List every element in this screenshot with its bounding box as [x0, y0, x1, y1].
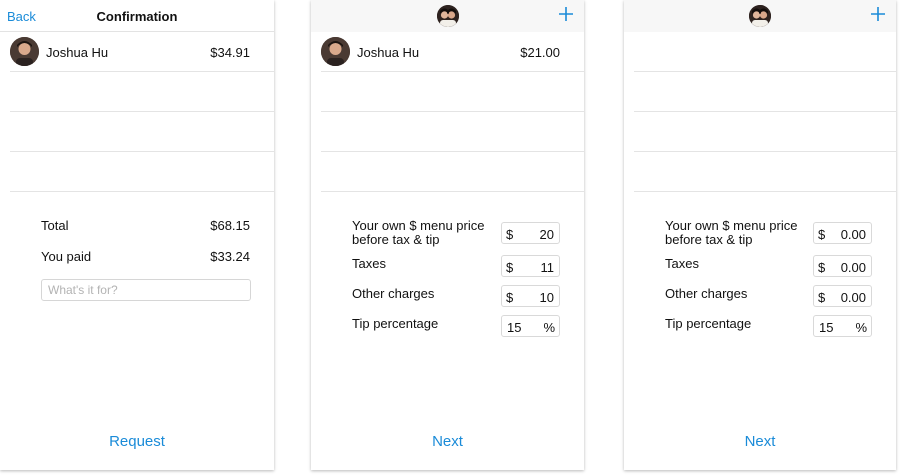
empty-row — [321, 72, 584, 112]
currency-prefix: $ — [506, 227, 514, 242]
taxes-label: Taxes — [665, 256, 699, 271]
other-charges-label: Other charges — [352, 286, 435, 301]
page-title: Confirmation — [96, 9, 178, 24]
other-charges-value: 0.00 — [840, 290, 866, 305]
menu-price-row: Your own $ menu price before tax & tip $… — [352, 218, 560, 255]
currency-prefix: $ — [818, 290, 826, 305]
taxes-label: Taxes — [352, 256, 386, 271]
participant-list: Joshua Hu $21.00 — [321, 32, 584, 192]
other-charges-field[interactable]: $ 10 — [501, 285, 560, 307]
tip-percentage-field[interactable]: 15 % — [813, 315, 872, 337]
currency-prefix: $ — [506, 290, 514, 305]
other-charges-field[interactable]: $ 0.00 — [813, 285, 872, 307]
total-label: Total — [41, 218, 69, 233]
purpose-input[interactable] — [41, 279, 251, 301]
menu-price-label: Your own $ menu price before tax & tip — [665, 218, 798, 247]
request-button[interactable]: Request — [0, 433, 274, 450]
participant-list: Joshua Hu $34.91 — [10, 32, 274, 192]
confirmation-screen: Back Confirmation Joshua Hu $34.91 Total… — [0, 0, 274, 470]
percent-suffix: % — [543, 320, 555, 335]
tip-percentage-label: Tip percentage — [352, 316, 439, 331]
menu-price-field[interactable]: $ 0.00 — [813, 222, 872, 244]
avatar — [321, 37, 350, 66]
plus-icon[interactable] — [558, 6, 574, 22]
total-value: $68.15 — [210, 218, 250, 233]
group-avatar[interactable] — [436, 5, 459, 27]
list-item[interactable]: Joshua Hu $21.00 — [321, 32, 584, 72]
nav-bar: Back Confirmation — [0, 0, 274, 32]
percent-suffix: % — [855, 320, 867, 335]
menu-price-value: 0.00 — [840, 227, 866, 242]
menu-price-value: 20 — [539, 227, 554, 242]
nav-bar — [311, 0, 584, 32]
split-form: Your own $ menu price before tax & tip $… — [352, 218, 560, 345]
other-charges-row: Other charges $ 0.00 — [665, 285, 872, 315]
menu-price-field[interactable]: $ 20 — [501, 222, 560, 244]
tip-percentage-field[interactable]: 15 % — [501, 315, 560, 337]
other-charges-label: Other charges — [665, 286, 748, 301]
nav-bar — [624, 0, 896, 32]
split-entry-screen: Joshua Hu $21.00 Your own $ menu price b… — [311, 0, 584, 470]
participant-amount: $34.91 — [210, 45, 250, 60]
participant-name: Joshua Hu — [357, 45, 420, 60]
currency-prefix: $ — [818, 260, 826, 275]
next-button[interactable]: Next — [624, 433, 896, 450]
empty-row — [321, 152, 584, 192]
other-charges-value: 10 — [539, 290, 554, 305]
avatar — [10, 37, 39, 66]
taxes-row: Taxes $ 0.00 — [665, 255, 872, 285]
tip-percentage-row: Tip percentage 15 % — [352, 315, 560, 345]
menu-price-label: Your own $ menu price before tax & tip — [352, 218, 485, 247]
paid-value: $33.24 — [210, 249, 250, 264]
currency-prefix: $ — [818, 227, 826, 242]
empty-row — [10, 112, 274, 152]
menu-price-row: Your own $ menu price before tax & tip $… — [665, 218, 872, 255]
taxes-row: Taxes $ 11 — [352, 255, 560, 285]
currency-prefix: $ — [506, 260, 514, 275]
next-button[interactable]: Next — [311, 433, 584, 450]
participant-name: Joshua Hu — [46, 45, 109, 60]
participant-amount: $21.00 — [520, 45, 560, 60]
participant-list — [634, 32, 896, 192]
empty-row — [321, 112, 584, 152]
taxes-field[interactable]: $ 0.00 — [813, 255, 872, 277]
group-avatar[interactable] — [749, 5, 771, 27]
empty-row — [634, 112, 896, 152]
taxes-value: 0.00 — [840, 260, 866, 275]
total-line: Total $68.15 — [41, 218, 250, 249]
empty-row — [634, 32, 896, 72]
taxes-value: 11 — [540, 260, 555, 275]
empty-row — [10, 72, 274, 112]
split-form: Your own $ menu price before tax & tip $… — [665, 218, 872, 345]
tip-percentage-value: 15 — [819, 320, 834, 335]
split-entry-empty-screen: Your own $ menu price before tax & tip $… — [624, 0, 896, 470]
empty-row — [10, 152, 274, 192]
tip-percentage-row: Tip percentage 15 % — [665, 315, 872, 345]
empty-row — [634, 72, 896, 112]
plus-icon[interactable] — [870, 6, 886, 22]
tip-percentage-value: 15 — [507, 320, 522, 335]
taxes-field[interactable]: $ 11 — [501, 255, 560, 277]
tip-percentage-label: Tip percentage — [665, 316, 752, 331]
paid-label: You paid — [41, 249, 92, 264]
empty-row — [634, 152, 896, 192]
paid-line: You paid $33.24 — [41, 249, 250, 280]
other-charges-row: Other charges $ 10 — [352, 285, 560, 315]
list-item[interactable]: Joshua Hu $34.91 — [10, 32, 274, 72]
